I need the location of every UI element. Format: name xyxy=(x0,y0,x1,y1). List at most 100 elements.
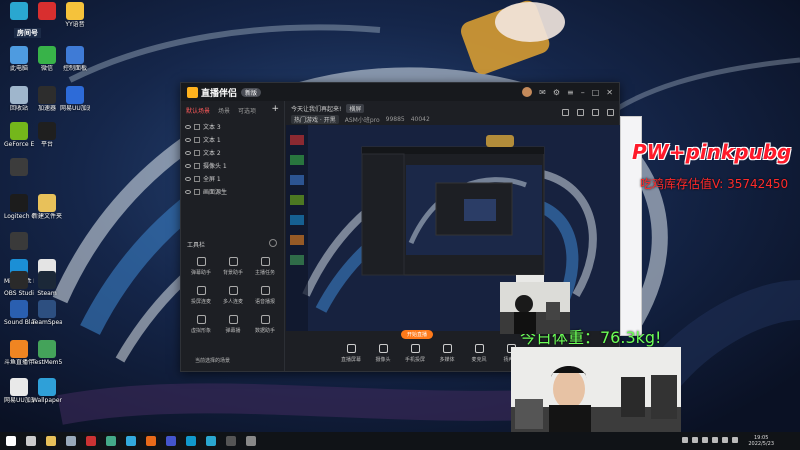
add-scene-button[interactable]: + xyxy=(271,105,279,115)
tray-icon[interactable] xyxy=(722,437,728,443)
tool-button[interactable]: 弹幕助手 xyxy=(185,257,217,276)
desktop-icon-platform[interactable]: 平台 xyxy=(32,122,62,148)
maximize-icon[interactable]: □ xyxy=(592,88,600,97)
tool-button[interactable]: 弹幕播 xyxy=(217,315,249,334)
desktop-icon-teamspeak[interactable]: TeamSpeak xyxy=(32,300,62,326)
visibility-eye-icon[interactable] xyxy=(185,163,191,168)
desktop-icon-sound-blaster[interactable]: Sound Blaster xyxy=(4,300,34,326)
live-control-button[interactable]: 多媒体 xyxy=(436,343,458,363)
minimize-icon[interactable]: – xyxy=(581,88,585,97)
desktop-icon-douyu[interactable]: 斗鱼直播伴侣 xyxy=(4,340,34,366)
tool-button[interactable]: 投屏连麦 xyxy=(185,286,217,305)
start-icon[interactable] xyxy=(6,436,16,446)
taskbar-app-explorer-icon[interactable] xyxy=(46,436,56,446)
tool-button[interactable]: 背景助手 xyxy=(217,257,249,276)
source-type-icon xyxy=(194,175,200,182)
taskbar-search-icon[interactable] xyxy=(26,436,36,446)
source-item[interactable]: 文本 3 xyxy=(185,120,280,133)
taskbar-app-steam-icon[interactable] xyxy=(66,436,76,446)
desktop-icon-misc2[interactable] xyxy=(4,232,34,251)
tray-icon[interactable] xyxy=(692,437,698,443)
taskbar-app-edge-icon[interactable] xyxy=(186,436,196,446)
live-control-button[interactable]: 手机投屏 xyxy=(404,343,426,363)
more-icon[interactable] xyxy=(607,109,614,116)
desktop-icon-wallpaper-engine[interactable]: Wallpaper Engine xyxy=(32,378,62,404)
tools-toggle-icon[interactable] xyxy=(269,239,277,247)
stream-tag[interactable]: 热门游戏 · 开黑 xyxy=(291,115,339,124)
tab-scene[interactable]: 场景 xyxy=(218,106,230,115)
taskbar-app-obs-icon[interactable] xyxy=(226,436,236,446)
tool-button[interactable]: 多人连麦 xyxy=(217,286,249,305)
user-avatar[interactable] xyxy=(522,87,533,97)
visibility-eye-icon[interactable] xyxy=(185,137,191,142)
mail-icon[interactable]: ✉ xyxy=(539,88,546,97)
source-item[interactable]: 画面源生 xyxy=(185,185,280,198)
visibility-eye-icon[interactable] xyxy=(185,176,191,181)
layout-mode[interactable]: 横屏 xyxy=(346,104,365,113)
desktop-icon-wechat[interactable]: 微信 xyxy=(32,46,62,72)
webcam-preview-small xyxy=(500,282,570,334)
source-item[interactable]: 摄像头 1 xyxy=(185,159,280,172)
tab-default-scene[interactable]: 默认场景 xyxy=(186,106,210,115)
version-badge[interactable]: 新版 xyxy=(241,87,262,97)
settings-icon[interactable]: ⚙ xyxy=(553,88,560,97)
source-item[interactable]: 全屏 1 xyxy=(185,172,280,185)
taskbar-app-game-icon[interactable] xyxy=(126,436,136,446)
close-icon[interactable]: ✕ xyxy=(606,88,613,97)
desktop-icon-steam-icon xyxy=(38,271,56,289)
taskbar-app-live-icon[interactable] xyxy=(206,436,216,446)
go-live-button[interactable]: 开始直播 xyxy=(401,330,434,339)
source-item[interactable]: 文本 1 xyxy=(185,133,280,146)
source-item[interactable]: 文本 2 xyxy=(185,146,280,159)
tool-button[interactable]: 语音播报 xyxy=(249,286,281,305)
share-icon[interactable] xyxy=(592,109,599,116)
desktop-icon-yy[interactable]: YY语音 xyxy=(60,2,90,28)
desktop-icon-uu[interactable]: 网易UU加速器 xyxy=(60,86,90,112)
desktop-icon-computer[interactable]: 此电脑 xyxy=(4,46,34,72)
taskbar-app-chat-icon[interactable] xyxy=(106,436,116,446)
desktop-icon-steam[interactable]: Steam xyxy=(32,271,62,297)
tray-icon[interactable] xyxy=(712,437,718,443)
live-control-button[interactable]: 摄像头 xyxy=(372,343,394,363)
tool-button[interactable]: 数据助手 xyxy=(249,315,281,334)
tool-label: 投屏连麦 xyxy=(190,299,211,305)
tab-options[interactable]: 可选项 xyxy=(238,106,256,115)
scene-tabs: 默认场景 场景 可选项 + xyxy=(181,101,284,118)
desktop-icon-control-panel[interactable]: 控制面板 xyxy=(60,46,90,72)
layout-icon[interactable] xyxy=(577,109,584,116)
visibility-eye-icon[interactable] xyxy=(185,189,191,194)
menu-icon[interactable]: ≡ xyxy=(567,88,574,97)
desktop-icon-yy-icon xyxy=(66,2,84,20)
desktop-icon-obs[interactable]: OBS Studio xyxy=(4,271,34,297)
stream-title[interactable]: 今天让我们再起来! xyxy=(291,104,341,113)
desktop-icon-netease[interactable] xyxy=(32,2,62,21)
desktop-icon-testmem[interactable]: TestMem5 xyxy=(32,340,62,366)
taskbar-app-media-icon[interactable] xyxy=(86,436,96,446)
webcam-small-art xyxy=(500,282,570,334)
tray-icon[interactable] xyxy=(682,437,688,443)
visibility-eye-icon[interactable] xyxy=(185,150,191,155)
visibility-eye-icon[interactable] xyxy=(185,124,191,129)
desktop-icon-new-folder[interactable]: 新建文件夹 xyxy=(32,194,62,220)
desktop-icon-player[interactable] xyxy=(4,2,34,21)
taskbar-app-window-icon[interactable] xyxy=(166,436,176,446)
tool-button[interactable]: 虚拟形象 xyxy=(185,315,217,334)
desktop-icon-recycle-bin[interactable]: 回收站 xyxy=(4,86,34,112)
window-titlebar[interactable]: 直播伴侣 新版 ✉ ⚙ ≡ – □ ✕ xyxy=(181,83,619,101)
tool-button[interactable]: 主播任务 xyxy=(249,257,281,276)
live-control-button[interactable]: 麦克风 xyxy=(468,343,490,363)
tool-icon xyxy=(196,257,206,266)
live-control-button[interactable]: 直播屏幕 xyxy=(340,343,362,363)
taskbar-app-misc-icon[interactable] xyxy=(246,436,256,446)
desktop-icon-accelerator[interactable]: 加速器 xyxy=(32,86,62,112)
lock-icon[interactable] xyxy=(562,109,569,116)
desktop-icon-misc1[interactable] xyxy=(4,158,34,177)
tray-icon[interactable] xyxy=(732,437,738,443)
desktop-icon-geforce[interactable]: GeForce Experience xyxy=(4,122,34,148)
system-clock[interactable]: 19:05 2022/5/23 xyxy=(748,435,774,447)
desktop-icon-ghub[interactable]: Logitech G HUB xyxy=(4,194,34,220)
desktop-icon-obs-icon xyxy=(10,271,28,289)
taskbar-app-g-icon[interactable] xyxy=(146,436,156,446)
desktop-icon-uu-2[interactable]: 网易UU加速器 xyxy=(4,378,34,404)
tray-icon[interactable] xyxy=(702,437,708,443)
